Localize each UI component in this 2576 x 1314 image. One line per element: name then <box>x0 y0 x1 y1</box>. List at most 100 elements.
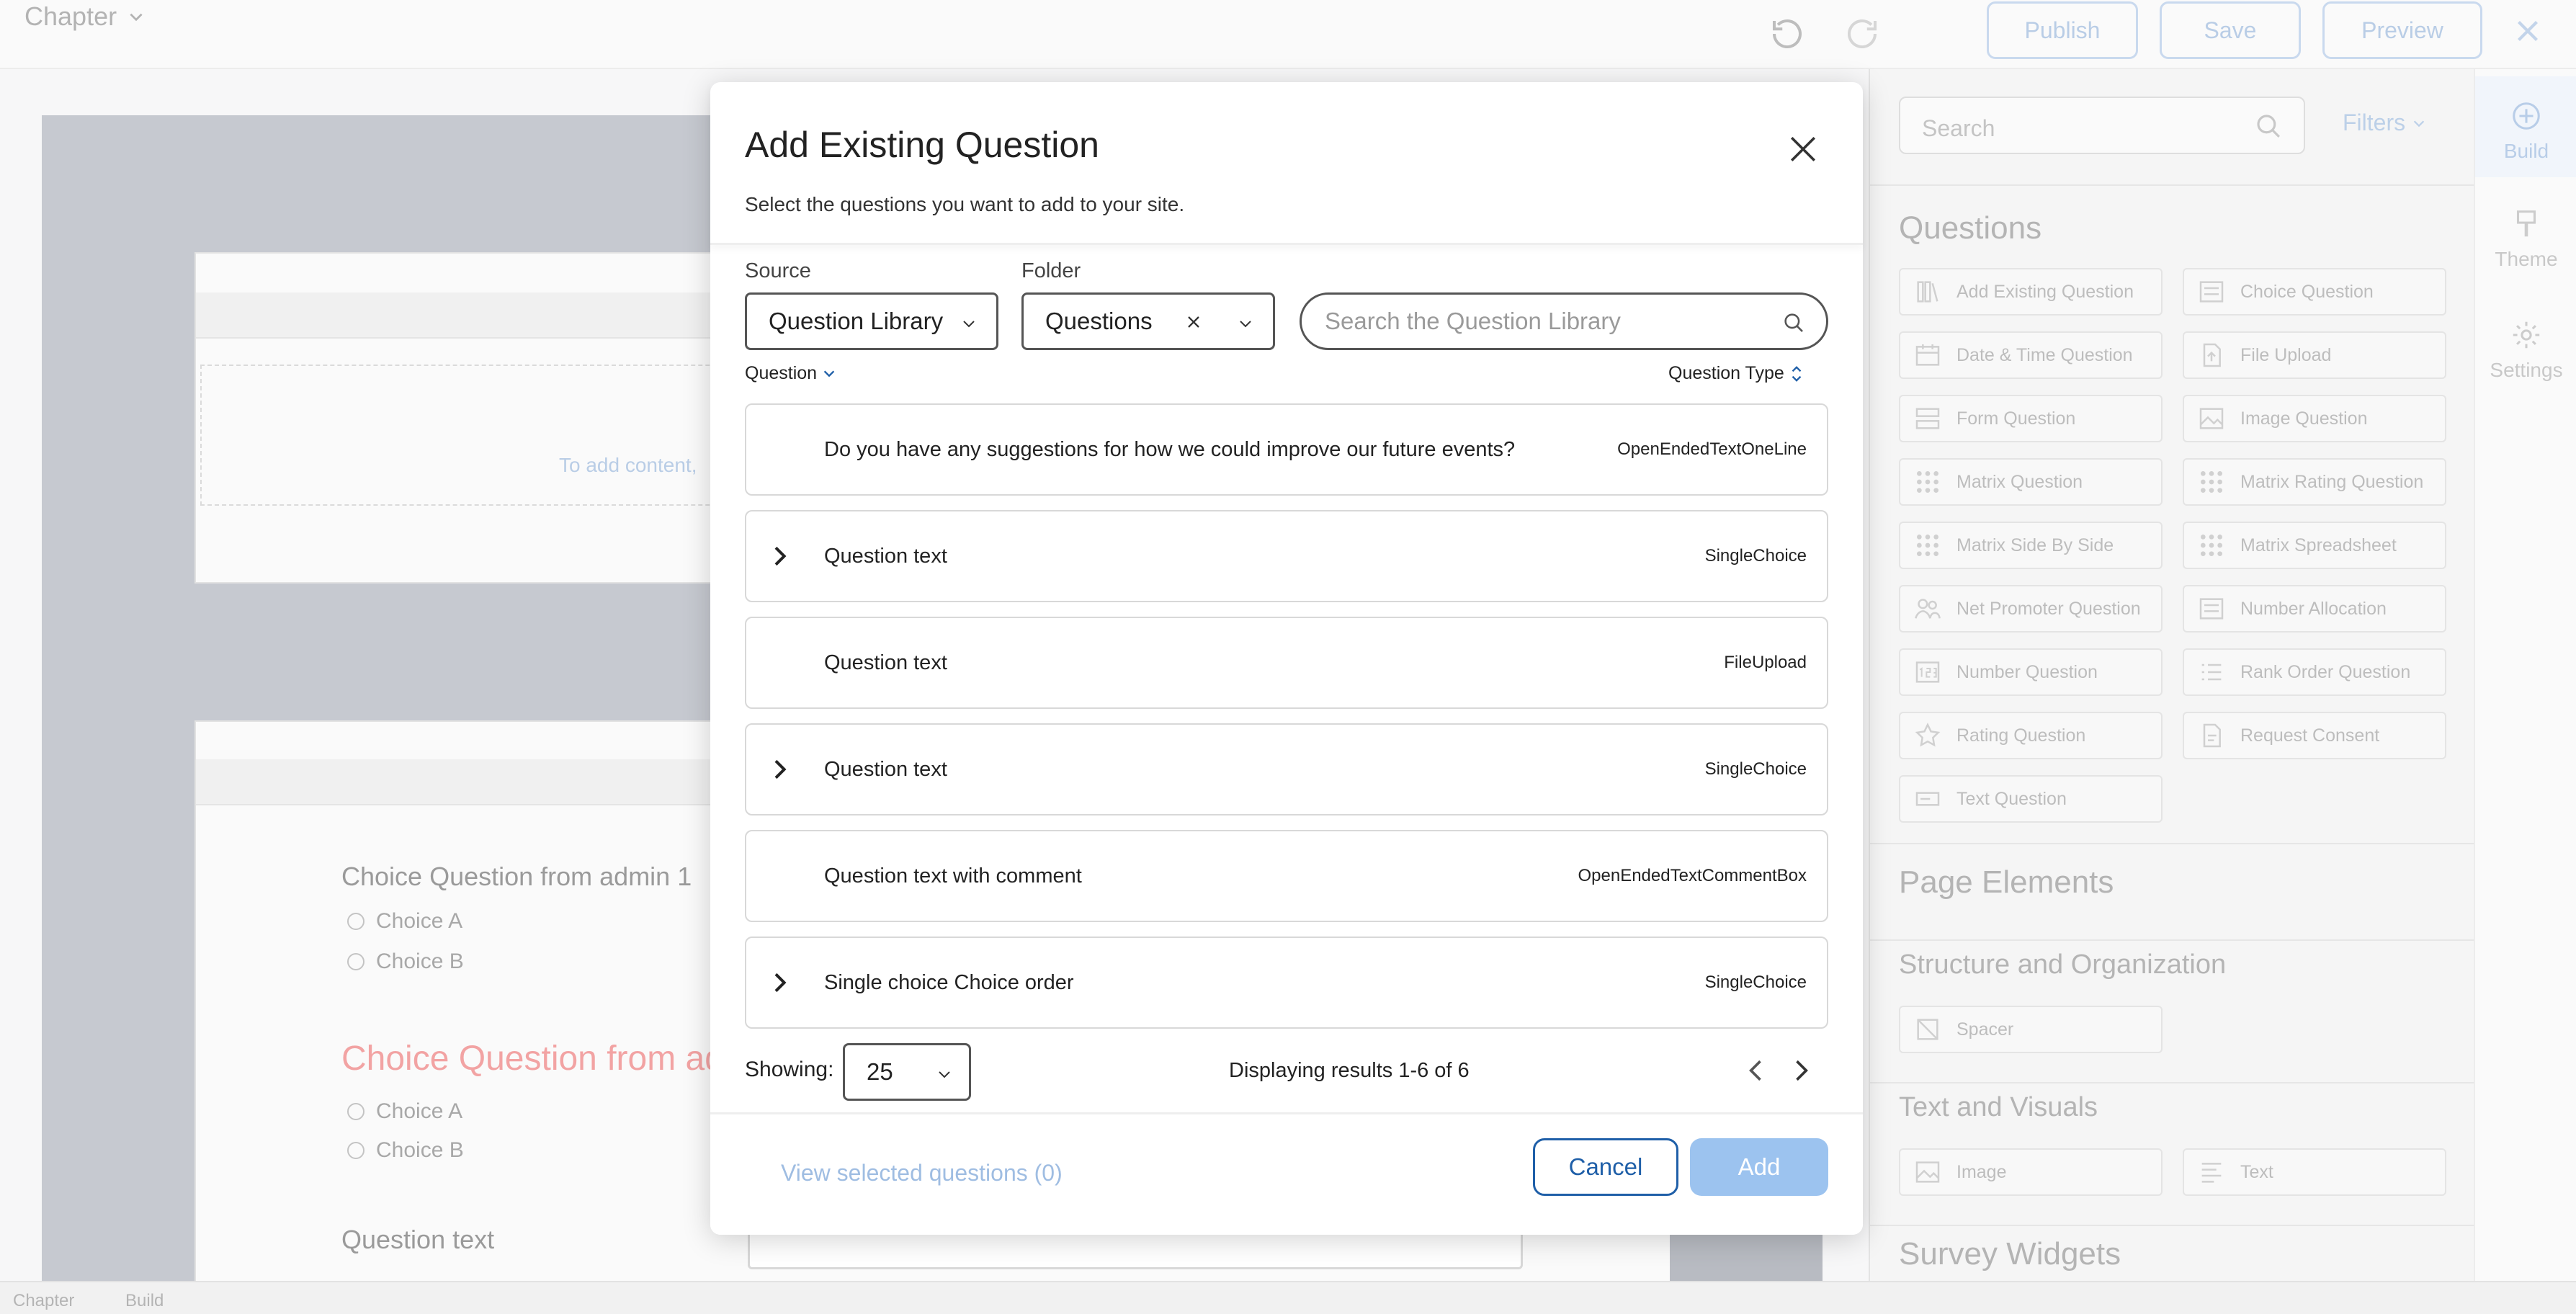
folder-label: Folder <box>1021 259 1081 282</box>
sort-question-header[interactable]: Question <box>745 363 837 384</box>
rail-label: Theme <box>2495 248 2558 270</box>
status-bar: Chapter Build <box>0 1281 2576 1314</box>
rail-settings[interactable]: Settings <box>2475 318 2576 382</box>
source-select[interactable]: Question Library <box>745 292 998 350</box>
divider <box>1870 939 2474 941</box>
question-text: Single choice Choice order <box>824 971 1074 994</box>
chevron-down-icon <box>939 1071 950 1078</box>
question-row[interactable]: Question text SingleChoice <box>745 723 1828 815</box>
canvas-question-title: Question text <box>341 1225 495 1254</box>
question-type: OpenEndedTextOneLine <box>1617 439 1807 459</box>
question-type: SingleChoice <box>1704 546 1807 566</box>
status-chapter: Chapter <box>13 1291 75 1310</box>
tile-choice-question[interactable]: Choice Question <box>2183 268 2446 316</box>
preview-button[interactable]: Preview <box>2322 1 2482 59</box>
close-icon[interactable] <box>2510 13 2546 49</box>
chevron-right-icon[interactable] <box>765 542 794 571</box>
chevron-right-icon[interactable] <box>765 755 794 784</box>
canvas-choice: Choice B <box>347 1138 464 1163</box>
clear-icon[interactable] <box>1184 312 1204 332</box>
tile-text[interactable]: Text <box>2183 1148 2446 1196</box>
view-selected-link[interactable]: View selected questions (0) <box>781 1160 1063 1186</box>
tile-label: Matrix Rating Question <box>2240 471 2424 492</box>
cancel-button[interactable]: Cancel <box>1533 1138 1678 1196</box>
chevron-left-icon[interactable] <box>1740 1055 1772 1086</box>
tile-matrix-question[interactable]: Matrix Question <box>1899 458 2163 506</box>
radio-icon <box>347 1103 365 1120</box>
question-row[interactable]: Question text with comment OpenEndedTextC… <box>745 830 1828 922</box>
column-label: Question Type <box>1668 363 1784 383</box>
chevron-right-icon[interactable] <box>765 968 794 997</box>
divider <box>1870 1082 2474 1083</box>
tile-matrix-rating-question[interactable]: Matrix Rating Question <box>2183 458 2446 506</box>
tile-label: Request Consent <box>2240 725 2380 746</box>
question-library-search[interactable]: Search the Question Library <box>1300 292 1828 350</box>
tile-request-consent[interactable]: Request Consent <box>2183 712 2446 759</box>
tile-date-time-question[interactable]: Date & Time Question <box>1899 331 2163 379</box>
chapter-dropdown[interactable]: Chapter <box>24 1 146 32</box>
build-panel: Search Filters Questions Add Existing Qu… <box>1869 69 2474 1314</box>
text-field-icon <box>1915 792 1940 806</box>
tile-file-upload[interactable]: File Upload <box>2183 331 2446 379</box>
spacer-icon <box>1917 1019 1938 1040</box>
add-button[interactable]: Add <box>1690 1138 1828 1196</box>
publish-button[interactable]: Publish <box>1987 1 2138 59</box>
panel-search-input[interactable]: Search <box>1899 97 2305 154</box>
page-size-select[interactable]: 25 <box>843 1043 971 1101</box>
divider <box>1870 184 2474 186</box>
column-label: Question <box>745 363 818 383</box>
redo-icon[interactable] <box>1843 14 1882 53</box>
page-elements-heading: Page Elements <box>1899 864 2114 900</box>
tile-rank-order-question[interactable]: Rank Order Question <box>2183 648 2446 696</box>
sort-question-type-header[interactable]: Question Type <box>1668 363 1804 384</box>
tile-text-question[interactable]: Text Question <box>1899 775 2163 823</box>
tile-image[interactable]: Image <box>1899 1148 2163 1196</box>
tile-label: Form Question <box>1956 408 2076 429</box>
folder-select[interactable]: Questions <box>1021 292 1275 350</box>
question-row[interactable]: Question text FileUpload <box>745 617 1828 709</box>
tile-label: Image <box>1956 1161 2007 1182</box>
tile-label: Rating Question <box>1956 725 2086 746</box>
tile-number-allocation[interactable]: Number Allocation <box>2183 585 2446 633</box>
chevron-right-icon[interactable] <box>1785 1055 1817 1086</box>
rail-theme[interactable]: Theme <box>2475 207 2576 271</box>
question-row[interactable]: Do you have any suggestions for how we c… <box>745 403 1828 496</box>
tile-matrix-spreadsheet[interactable]: Matrix Spreadsheet <box>2183 522 2446 569</box>
tile-add-existing-question[interactable]: Add Existing Question <box>1899 268 2163 316</box>
tile-label: Text Question <box>1956 788 2067 809</box>
search-placeholder: Search <box>1922 115 1995 141</box>
tile-net-promoter-question[interactable]: Net Promoter Question <box>1899 585 2163 633</box>
dialog-title: Add Existing Question <box>745 125 1099 165</box>
radio-icon <box>347 1142 365 1159</box>
tile-rating-question[interactable]: Rating Question <box>1899 712 2163 759</box>
question-row[interactable]: Question text SingleChoice <box>745 510 1828 602</box>
grid-icon <box>2201 471 2222 493</box>
question-type: SingleChoice <box>1704 759 1807 779</box>
choice-label: Choice B <box>376 949 464 973</box>
undo-icon[interactable] <box>1768 14 1807 53</box>
rail-label: Build <box>2503 140 2549 162</box>
question-text: Question text <box>824 651 947 674</box>
results-count: Displaying results 1-6 of 6 <box>1229 1059 1470 1082</box>
tile-label: Net Promoter Question <box>1956 598 2141 619</box>
tile-number-question[interactable]: Number Question <box>1899 648 2163 696</box>
tile-label: Number Allocation <box>2240 598 2387 619</box>
filters-dropdown[interactable]: Filters <box>2343 110 2427 136</box>
list-icon <box>2199 598 2224 620</box>
tile-spacer[interactable]: Spacer <box>1899 1006 2163 1053</box>
plus-circle-icon <box>2513 102 2540 130</box>
tile-form-question[interactable]: Form Question <box>1899 395 2163 442</box>
rail-build[interactable]: Build <box>2475 99 2576 163</box>
paint-roller-icon <box>2516 210 2536 237</box>
structure-heading: Structure and Organization <box>1899 949 2227 980</box>
chevron-down-icon <box>1240 321 1251 328</box>
library-icon <box>1917 281 1938 303</box>
question-row[interactable]: Single choice Choice order SingleChoice <box>745 937 1828 1029</box>
status-build: Build <box>125 1291 164 1310</box>
tile-image-question[interactable]: Image Question <box>2183 395 2446 442</box>
save-button[interactable]: Save <box>2160 1 2301 59</box>
tile-label: Matrix Spreadsheet <box>2240 535 2397 555</box>
tile-matrix-side-by-side[interactable]: Matrix Side By Side <box>1899 522 2163 569</box>
close-icon[interactable] <box>1784 130 1823 169</box>
add-existing-question-dialog: Add Existing Question Select the questio… <box>710 82 1863 1235</box>
